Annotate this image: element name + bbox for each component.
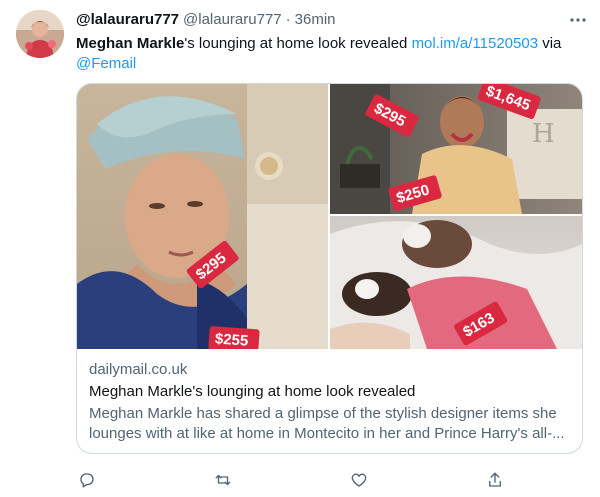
separator-dot: ·	[285, 11, 291, 28]
tweet-link[interactable]: mol.im/a/11520503	[412, 35, 538, 52]
card-title: Meghan Markle's lounging at home look re…	[89, 383, 416, 400]
display-name[interactable]: @lalauraru777	[76, 10, 179, 30]
tweet-text: Meghan Markle's lounging at home look re…	[76, 34, 576, 74]
user-handle[interactable]: @lalauraru777	[183, 10, 282, 30]
card-description: Meghan Markle has shared a glimpse of th…	[89, 405, 565, 442]
timestamp[interactable]: 36min	[295, 10, 336, 30]
avatar[interactable]	[16, 10, 64, 58]
share-icon[interactable]	[484, 469, 506, 491]
retweet-icon[interactable]	[212, 469, 234, 491]
tweet-text-bold: Meghan Markle	[76, 35, 185, 52]
reply-icon[interactable]	[76, 469, 98, 491]
tweet-text-via: via	[538, 35, 562, 52]
tweet-text-body: 's lounging at home look revealed	[184, 35, 412, 52]
card-domain: dailymail.co.uk	[89, 361, 188, 378]
svg-text:H: H	[532, 119, 555, 149]
tweet-header: @lalauraru777 @lalauraru777 · 36min	[76, 10, 584, 30]
card-meta: dailymail.co.uk Meghan Markle's lounging…	[89, 360, 570, 444]
more-dots-icon[interactable]	[566, 8, 590, 32]
link-card[interactable]: H $295 $255 $295 $1,645 $250 $163 dailym…	[76, 83, 583, 454]
price-tag-label: $255	[214, 330, 248, 349]
tweet-actions	[76, 469, 506, 491]
tweet-content: @lalauraru777 @lalauraru777 · 36min Megh…	[76, 10, 586, 454]
card-image-collage[interactable]: H $295 $255 $295 $1,645 $250 $163	[77, 84, 582, 354]
mention-link[interactable]: @Femail	[76, 55, 136, 72]
tweet[interactable]: @lalauraru777 @lalauraru777 · 36min Megh…	[0, 0, 600, 497]
like-icon[interactable]	[348, 469, 370, 491]
